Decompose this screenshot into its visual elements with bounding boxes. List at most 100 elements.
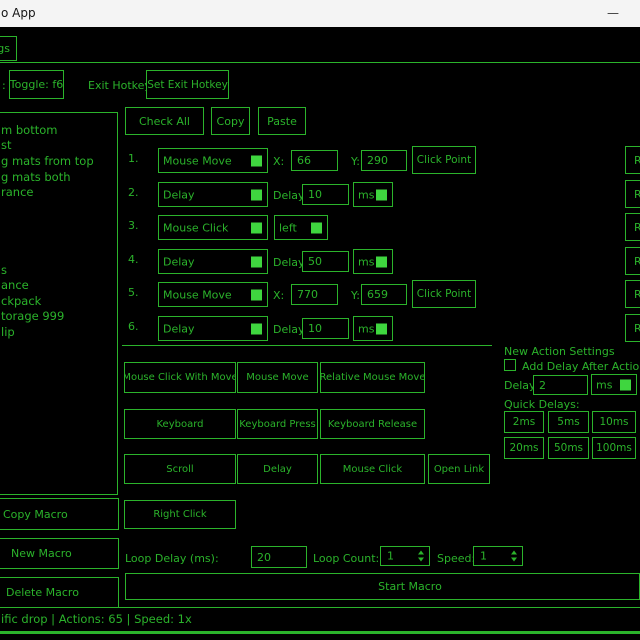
action-row: 3. Mouse Click left R [0, 213, 640, 243]
quick-delay-50ms-button[interactable]: 50ms [548, 437, 589, 459]
add-delay-after-action-checkbox[interactable] [504, 359, 516, 371]
delay-input[interactable] [302, 184, 349, 205]
status-bar-bottom-border [0, 631, 640, 634]
quick-delays-label: Quick Delays: [504, 398, 580, 411]
action-row: 5. Mouse Move X: Y: Click Point R [0, 280, 640, 310]
dropdown-indicator-icon [376, 189, 387, 200]
action-number: 3. [128, 219, 139, 232]
action-number: 1. [128, 152, 139, 165]
x-label: X: [273, 289, 284, 302]
add-scroll-button[interactable]: Scroll [124, 454, 236, 484]
copy-button[interactable]: Copy [211, 107, 250, 135]
app-window: o App — gs : Toggle: f6 Exit Hotkey: Set… [0, 0, 640, 640]
add-right-click-button[interactable]: Right Click [124, 500, 236, 529]
loop-delay-label: Loop Delay (ms): [125, 552, 219, 565]
new-action-delay-unit-dropdown[interactable]: ms [591, 374, 637, 395]
stepper-arrows-icon[interactable] [511, 551, 517, 562]
loop-count-label: Loop Count: [313, 552, 379, 565]
new-action-settings-title: New Action Settings [504, 345, 615, 358]
new-macro-button[interactable]: New Macro [0, 538, 119, 569]
toggle-hotkey-label: : [2, 79, 6, 92]
remove-action-button[interactable]: R [625, 146, 640, 174]
dropdown-indicator-icon [251, 289, 262, 300]
delay-input[interactable] [302, 251, 349, 272]
quick-delay-5ms-button[interactable]: 5ms [548, 411, 589, 433]
action-type-dropdown[interactable]: Mouse Click [158, 215, 268, 240]
remove-action-button[interactable]: R [625, 213, 640, 241]
action-number: 5. [128, 286, 139, 299]
x-input[interactable] [291, 284, 338, 305]
quick-delay-100ms-button[interactable]: 100ms [592, 437, 636, 459]
action-type-dropdown[interactable]: Delay [158, 249, 268, 274]
add-mouse-click-with-move-button[interactable]: Mouse Click With Move [124, 362, 236, 393]
delay-label: Delay [273, 189, 305, 202]
action-type-dropdown[interactable]: Delay [158, 316, 268, 341]
dropdown-indicator-icon [376, 323, 387, 334]
copy-macro-button[interactable]: Copy Macro [0, 498, 119, 530]
toggle-hotkey-button[interactable]: Toggle: f6 [9, 70, 64, 99]
add-delay-button[interactable]: Delay [237, 454, 318, 484]
macro-list-item[interactable]: m bottom [1, 123, 57, 137]
add-keyboard-press-button[interactable]: Keyboard Press [237, 409, 318, 439]
x-input[interactable] [291, 150, 338, 171]
add-open-link-button[interactable]: Open Link [428, 454, 490, 484]
stepper-arrows-icon[interactable] [418, 551, 424, 562]
add-keyboard-button[interactable]: Keyboard [124, 409, 236, 439]
tab-settings[interactable]: gs [0, 36, 17, 61]
add-mouse-move-button[interactable]: Mouse Move [237, 362, 318, 393]
speed-stepper[interactable]: 1 [473, 546, 523, 566]
start-macro-button[interactable]: Start Macro [125, 573, 640, 600]
remove-action-button[interactable]: R [625, 280, 640, 308]
titlebar: o App — [0, 0, 640, 27]
loop-count-stepper[interactable]: 1 [380, 546, 430, 566]
check-all-button[interactable]: Check All [125, 107, 204, 135]
remove-action-button[interactable]: R [625, 180, 640, 208]
quick-delay-10ms-button[interactable]: 10ms [592, 411, 636, 433]
x-label: X: [273, 155, 284, 168]
minimize-button[interactable]: — [598, 0, 628, 26]
add-relative-mouse-move-button[interactable]: Relative Mouse Move [320, 362, 425, 393]
delay-label: Delay [273, 323, 305, 336]
action-row: 4. Delay Delay ms R [0, 247, 640, 277]
y-input[interactable] [361, 284, 407, 305]
delay-unit-dropdown[interactable]: ms [353, 316, 393, 341]
tab-label: gs [0, 42, 10, 55]
action-row: 6. Delay Delay ms R [0, 314, 640, 344]
loop-delay-input[interactable] [251, 546, 307, 568]
y-label: Y: [351, 289, 360, 302]
delay-unit-dropdown[interactable]: ms [353, 182, 393, 207]
action-row: 2. Delay Delay ms R [0, 180, 640, 210]
remove-action-button[interactable]: R [625, 314, 640, 342]
click-point-button[interactable]: Click Point [412, 146, 476, 174]
delay-input[interactable] [302, 318, 349, 339]
window-title: o App [1, 6, 36, 20]
add-keyboard-release-button[interactable]: Keyboard Release [320, 409, 425, 439]
dropdown-indicator-icon [311, 222, 322, 233]
set-exit-hotkey-button[interactable]: Set Exit Hotkey [146, 70, 229, 99]
dropdown-indicator-icon [251, 323, 262, 334]
add-mouse-click-button[interactable]: Mouse Click [320, 454, 425, 484]
action-type-dropdown[interactable]: Mouse Move [158, 148, 268, 173]
delay-label: Delay [273, 256, 305, 269]
dropdown-indicator-icon [376, 256, 387, 267]
mouse-button-dropdown[interactable]: left [274, 215, 328, 240]
delay-unit-dropdown[interactable]: ms [353, 249, 393, 274]
speed-label: Speed: [437, 552, 475, 565]
remove-action-button[interactable]: R [625, 247, 640, 275]
delete-macro-button[interactable]: Delete Macro [0, 577, 119, 608]
action-number: 2. [128, 186, 139, 199]
dropdown-indicator-icon [251, 189, 262, 200]
y-label: Y: [351, 155, 360, 168]
exit-hotkey-label: Exit Hotkey: [88, 79, 154, 92]
new-action-delay-input[interactable] [533, 375, 588, 395]
dropdown-indicator-icon [251, 222, 262, 233]
action-type-dropdown[interactable]: Mouse Move [158, 282, 268, 307]
action-type-dropdown[interactable]: Delay [158, 182, 268, 207]
quick-delay-2ms-button[interactable]: 2ms [504, 411, 544, 433]
quick-delay-20ms-button[interactable]: 20ms [504, 437, 544, 459]
dropdown-indicator-icon [251, 256, 262, 267]
dropdown-indicator-icon [620, 379, 631, 390]
click-point-button[interactable]: Click Point [412, 280, 476, 308]
paste-button[interactable]: Paste [258, 107, 306, 135]
y-input[interactable] [361, 150, 407, 171]
